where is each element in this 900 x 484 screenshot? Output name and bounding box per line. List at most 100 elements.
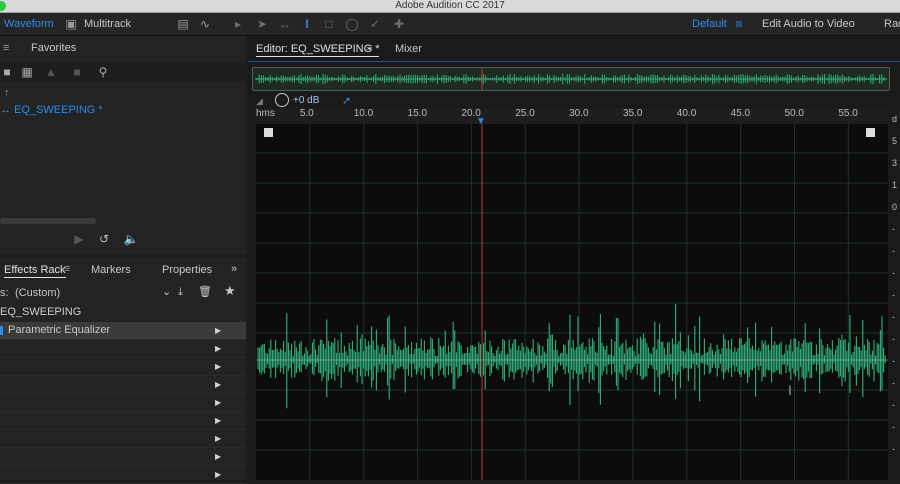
dial-icon[interactable] xyxy=(275,93,289,107)
trash-icon[interactable]: 🗑 xyxy=(198,285,212,299)
tab-favorites[interactable]: Favorites xyxy=(31,41,76,55)
text-cursor-icon: I xyxy=(788,382,792,398)
effect-slot[interactable]: ▶ xyxy=(0,358,246,376)
amplitude-axis[interactable]: d 5 3 1 0 - - - - - - - - - - - xyxy=(888,114,900,480)
axis-label: - xyxy=(892,312,895,322)
chevron-right-icon[interactable]: ▶ xyxy=(215,466,221,483)
time-ruler[interactable]: hms 5.0 10.0 15.0 20.0 25.0 30.0 35.0 40.0 45.0 5… xyxy=(256,108,888,127)
volume-icon[interactable]: 🔈 xyxy=(122,232,140,246)
loop-icon[interactable]: ↺ xyxy=(97,232,111,246)
close-file-icon[interactable]: ■ xyxy=(70,65,84,79)
open-file-icon[interactable]: ■ xyxy=(0,65,14,79)
workspace-toolbar: Waveform ▣ Multitrack ▤ ∿ ▸ ➤ ↔ I □ ◯ ✓ … xyxy=(0,13,900,36)
play-icon[interactable]: ▶ xyxy=(72,232,86,246)
level-icon: ◢ xyxy=(256,96,263,106)
sort-arrow-icon[interactable]: ↑ xyxy=(4,86,10,100)
chevron-right-icon[interactable]: ▶ xyxy=(215,376,221,393)
spot-healing-icon[interactable]: ✚ xyxy=(392,17,406,31)
axis-label: 0 xyxy=(892,202,898,212)
workspace-edit-audio-to-video[interactable]: Edit Audio to Video xyxy=(762,16,855,32)
pin-icon[interactable]: ➚ xyxy=(342,94,351,108)
menu-icon[interactable]: ≡ xyxy=(732,17,746,31)
lasso-icon[interactable]: ◯ xyxy=(345,17,359,31)
chevron-right-icon[interactable]: ▶ xyxy=(215,430,221,447)
fade-in-handle-icon[interactable] xyxy=(264,128,273,137)
axis-label: - xyxy=(892,378,895,388)
chevron-right-icon[interactable]: ▶ xyxy=(215,394,221,411)
axis-label: - xyxy=(892,444,895,454)
chevron-down-icon[interactable]: ⌄ xyxy=(162,285,171,299)
axis-label: - xyxy=(892,400,895,410)
tab-editor[interactable]: Editor: EQ_SWEEPING * xyxy=(256,42,380,57)
import-icon[interactable]: ▦ xyxy=(20,65,34,79)
chevron-right-icon[interactable]: ▶ xyxy=(215,358,221,375)
axis-label: - xyxy=(892,422,895,432)
search-icon[interactable]: ⚲ xyxy=(96,65,110,79)
overview-navigator[interactable] xyxy=(252,67,890,91)
insert-icon[interactable]: ▲ xyxy=(44,65,58,79)
fade-out-handle-icon[interactable] xyxy=(866,128,875,137)
effect-slot[interactable]: ▶ xyxy=(0,394,246,412)
chevron-right-icon[interactable]: ▶ xyxy=(215,412,221,429)
time-selection-icon[interactable]: I xyxy=(300,17,314,31)
overview-waveform xyxy=(255,68,887,90)
effect-slot[interactable]: ▶ xyxy=(0,430,246,448)
effect-slot[interactable]: ▶ xyxy=(0,340,246,358)
effect-slot[interactable]: ▶ xyxy=(0,412,246,430)
multitrack-mode-button[interactable]: Multitrack xyxy=(84,16,131,32)
effect-slot[interactable]: Parametric Equalizer ▶ xyxy=(0,322,246,340)
power-toggle[interactable] xyxy=(0,326,3,335)
spectral-frequency-icon[interactable]: ▤ xyxy=(176,17,190,31)
divider xyxy=(248,61,900,62)
download-icon[interactable]: ⤓ xyxy=(178,285,183,299)
ruler-tick-label: 55.0 xyxy=(838,108,858,119)
ruler-tick-label: 40.0 xyxy=(676,108,697,119)
effects-rack-panel: Effects Rack ≡ Markers Properties » s: (… xyxy=(0,258,246,484)
brush-icon[interactable]: ✓ xyxy=(368,17,382,31)
axis-label: - xyxy=(892,224,895,234)
workspace-default[interactable]: Default xyxy=(692,16,727,32)
ruler-tick-label: 45.0 xyxy=(730,108,751,119)
panel-overflow-icon[interactable]: » xyxy=(231,262,237,276)
move-tool-icon[interactable]: ▸ xyxy=(231,17,245,31)
effect-slot[interactable]: ▶ xyxy=(0,448,246,466)
file-name: EQ_SWEEPING * xyxy=(14,104,103,116)
star-icon[interactable]: ★ xyxy=(224,284,236,298)
waveform-display[interactable]: I xyxy=(256,124,888,480)
ruler-tick-label: 10.0 xyxy=(353,108,374,119)
waveform-icon[interactable]: ∿ xyxy=(198,17,212,31)
waveform-mode-button[interactable]: Waveform xyxy=(4,16,54,32)
ruler-unit: hms xyxy=(256,108,275,119)
menu-icon[interactable]: ≡ xyxy=(366,41,372,55)
axis-label: - xyxy=(892,290,895,300)
clip-name: EQ_SWEEPING xyxy=(0,306,82,318)
slip-tool-icon[interactable]: ↔ xyxy=(278,17,292,31)
file-item[interactable]: ↔ EQ_SWEEPING * xyxy=(0,103,103,117)
axis-label: - xyxy=(892,334,895,344)
axis-label: 1 xyxy=(892,180,898,190)
ruler-tick-label: 50.0 xyxy=(784,108,804,119)
ruler-tick-label: 5.0 xyxy=(299,108,314,119)
effect-slot[interactable]: ▶ xyxy=(0,376,246,394)
tab-mixer[interactable]: Mixer xyxy=(395,42,422,56)
chevron-right-icon[interactable]: ▶ xyxy=(215,448,221,465)
workspace-radio[interactable]: Rad xyxy=(884,16,900,32)
chevron-right-icon[interactable]: ▶ xyxy=(215,340,221,357)
tab-effects-rack[interactable]: Effects Rack xyxy=(4,263,66,278)
chevron-right-icon[interactable]: ▶ xyxy=(215,322,221,339)
tab-markers[interactable]: Markers xyxy=(91,263,131,277)
menu-icon[interactable]: ≡ xyxy=(3,41,9,55)
tab-properties[interactable]: Properties xyxy=(162,263,212,277)
axis-label: 3 xyxy=(892,158,898,168)
axis-label: 5 xyxy=(892,136,898,146)
preset-select[interactable]: (Custom) xyxy=(15,286,60,300)
horizontal-scrollbar[interactable] xyxy=(0,218,96,224)
marquee-icon[interactable]: □ xyxy=(322,17,336,31)
razor-tool-icon[interactable]: ➤ xyxy=(255,17,269,31)
effect-slot-label: Parametric Equalizer xyxy=(8,324,111,336)
volume-readout[interactable]: +0 dB xyxy=(293,94,319,108)
menu-icon[interactable]: ≡ xyxy=(64,262,70,276)
axis-label: - xyxy=(892,246,895,256)
ruler-tick-label: 35.0 xyxy=(622,108,643,119)
effect-slot[interactable]: ▶ xyxy=(0,466,246,484)
